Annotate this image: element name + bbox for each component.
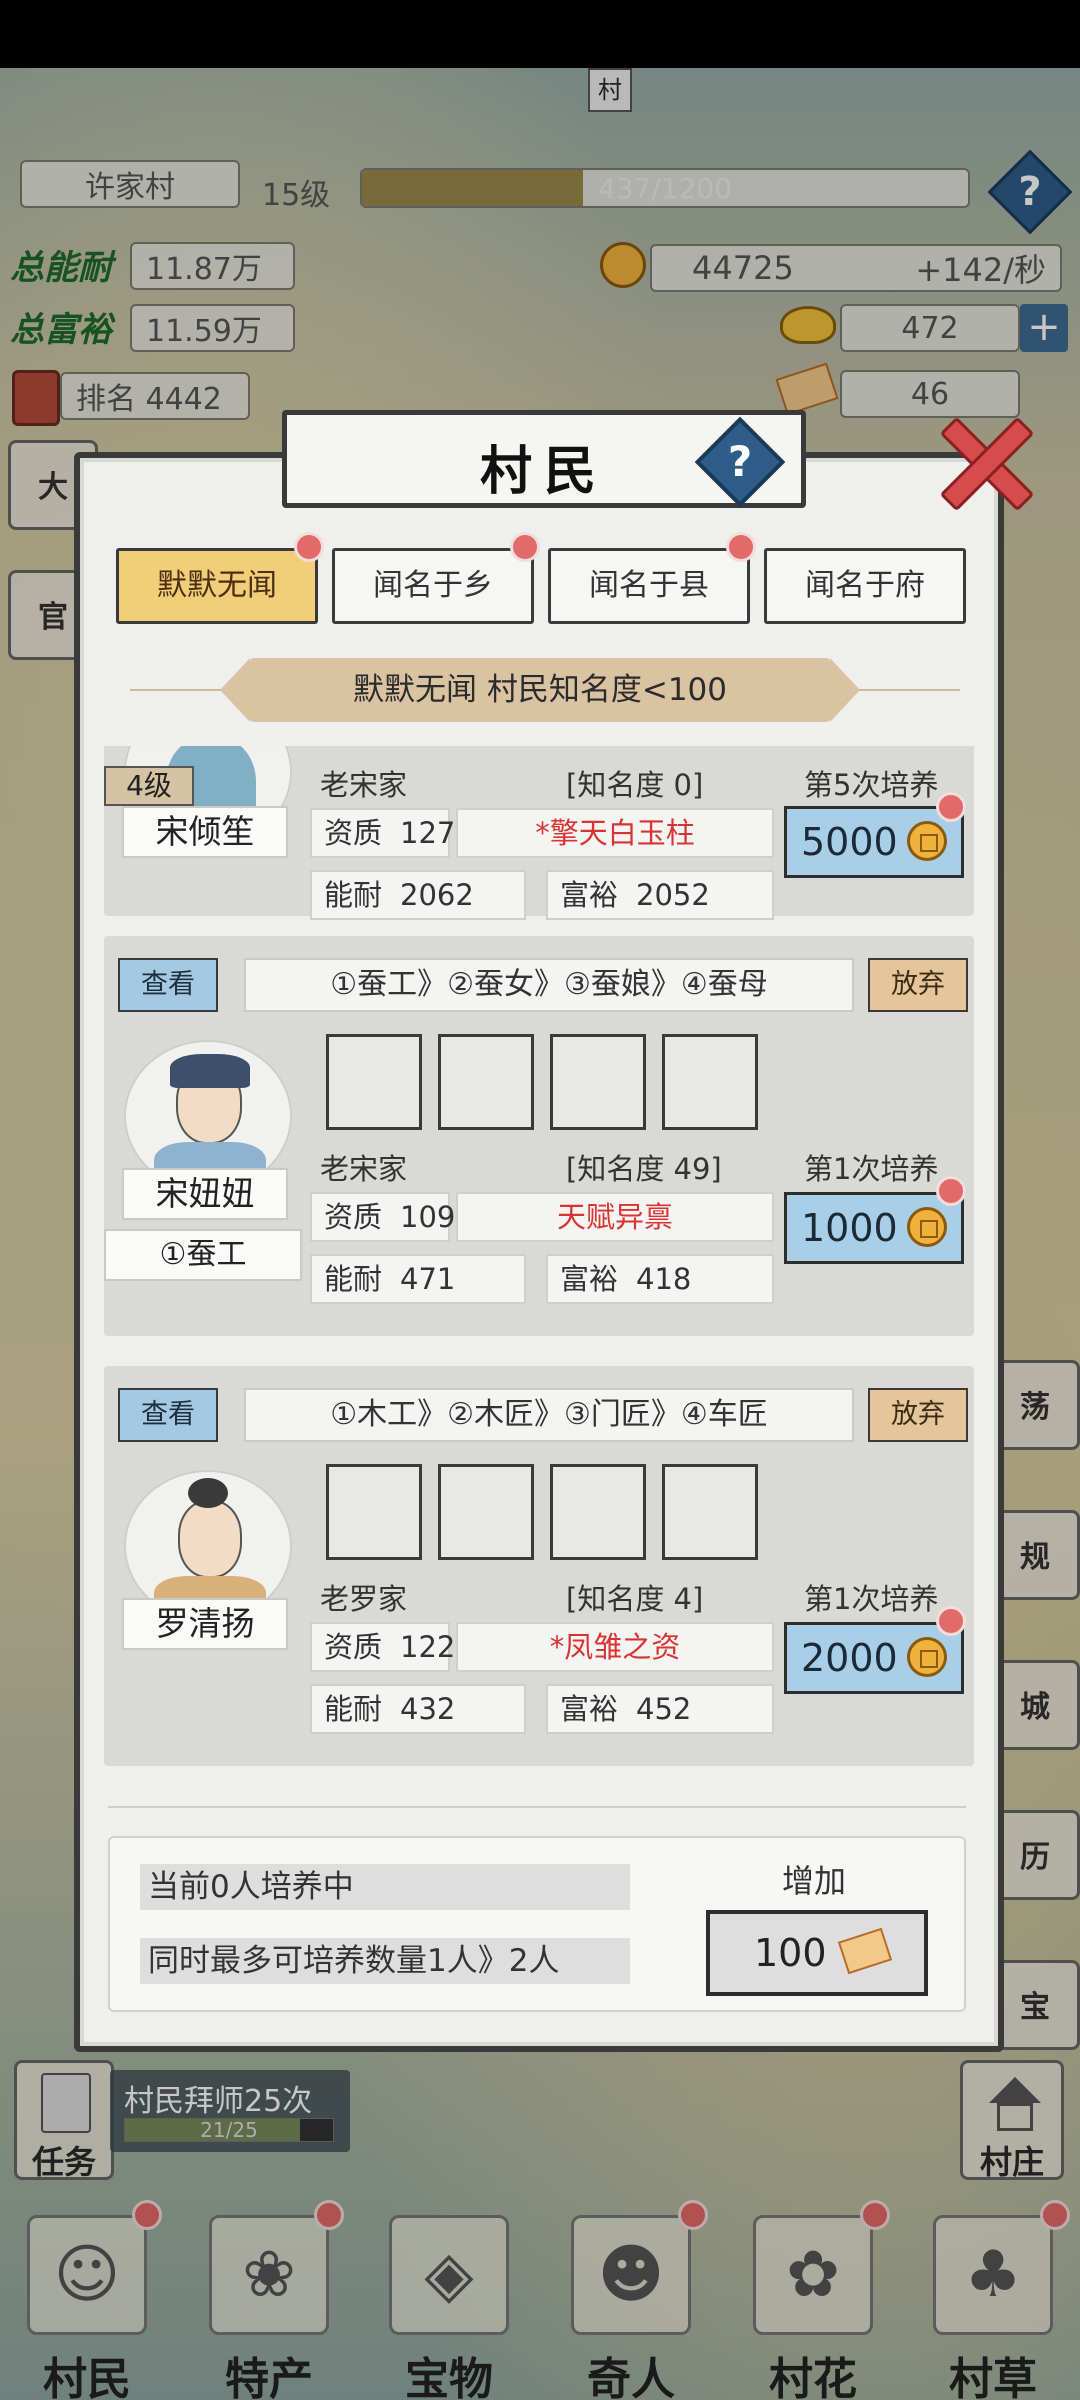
aptitude-stat: 资质 122 <box>310 1622 455 1672</box>
ability-label: 能耐 <box>324 1262 383 1296</box>
villager-train-count: 第1次培养 <box>804 1152 939 1186</box>
coin-icon <box>907 1637 947 1677</box>
equipment-slot[interactable] <box>662 1034 758 1130</box>
villager-fame: [知名度 49] <box>566 1152 722 1186</box>
tab-obscure-badge <box>294 532 324 562</box>
equipment-slot[interactable] <box>326 1034 422 1130</box>
villager-family: 老宋家 <box>320 1152 408 1186</box>
villager-list[interactable]: 4级 宋倾笙 老宋家 [知名度 0] 第5次培养 资质 127 *擎天白玉柱 能耐… <box>98 746 978 1786</box>
current-training-text: 当前0人培养中 <box>140 1864 630 1910</box>
train-cost: 5000 <box>801 820 898 864</box>
ability-label: 能耐 <box>324 1692 383 1726</box>
villager-card: 查看 ①木工》②木匠》③门匠》④车匠 放弃 罗清扬 老罗家 [知名度 4] 第1… <box>104 1366 974 1766</box>
tab-famed-township-badge <box>510 532 540 562</box>
add-capacity-button[interactable]: 100 <box>706 1910 928 1996</box>
ability-value: 432 <box>400 1692 456 1726</box>
train-cost: 1000 <box>801 1206 898 1250</box>
wealth-value: 452 <box>636 1692 692 1726</box>
view-button[interactable]: 查看 <box>118 1388 218 1442</box>
wealth-stat: 富裕 418 <box>546 1254 774 1304</box>
villager-rank: ①蚕工 <box>104 1229 302 1281</box>
train-cost: 2000 <box>801 1636 898 1680</box>
abandon-button[interactable]: 放弃 <box>868 1388 968 1442</box>
view-button[interactable]: 查看 <box>118 958 218 1012</box>
tab-famed-county-badge <box>726 532 756 562</box>
equipment-slot[interactable] <box>438 1034 534 1130</box>
villager-family: 老罗家 <box>320 1582 408 1616</box>
train-button[interactable]: 5000 <box>784 806 964 878</box>
add-capacity-label: 增加 <box>782 1862 847 1900</box>
villager-train-count: 第5次培养 <box>804 768 939 802</box>
villager-train-count: 第1次培养 <box>804 1582 939 1616</box>
ticket-icon <box>837 1927 893 1975</box>
close-icon[interactable] <box>932 408 1042 518</box>
equipment-slot[interactable] <box>438 1464 534 1560</box>
train-button[interactable]: 2000 <box>784 1622 964 1694</box>
villager-name: 宋倾笙 <box>122 806 288 858</box>
career-path: ①蚕工》②蚕女》③蚕娘》④蚕母 <box>244 958 854 1012</box>
villager-portrait-hair <box>170 1054 250 1088</box>
tab-obscure[interactable]: 默默无闻 <box>116 548 318 624</box>
wealth-label: 富裕 <box>560 1692 619 1726</box>
section-header: 默默无闻 村民知名度<100 <box>220 658 860 722</box>
coin-icon <box>907 821 947 861</box>
ability-label: 能耐 <box>324 878 383 912</box>
training-capacity-panel: 当前0人培养中 同时最多可培养数量1人》2人 增加 100 <box>108 1836 966 2012</box>
section-header-line-left <box>130 689 230 691</box>
list-divider <box>108 1806 966 1808</box>
equipment-slot[interactable] <box>326 1464 422 1560</box>
ability-stat: 能耐 471 <box>310 1254 526 1304</box>
add-capacity-cost: 100 <box>754 1931 827 1975</box>
abandon-button[interactable]: 放弃 <box>868 958 968 1012</box>
villager-fame: [知名度 4] <box>566 1582 704 1616</box>
equipment-slot[interactable] <box>550 1034 646 1130</box>
wealth-label: 富裕 <box>560 878 619 912</box>
villager-portrait-hair <box>188 1478 228 1508</box>
tab-famed-county[interactable]: 闻名于县 <box>548 548 750 624</box>
villager-name: 宋妞妞 <box>122 1168 288 1220</box>
aptitude-label: 资质 <box>324 1630 383 1664</box>
career-path: ①木工》②木匠》③门匠》④车匠 <box>244 1388 854 1442</box>
talent-trait: *凤雏之资 <box>456 1622 774 1672</box>
equipment-slot[interactable] <box>662 1464 758 1560</box>
ability-value: 2062 <box>400 878 474 912</box>
dialog-help-label: ? <box>727 437 753 486</box>
aptitude-label: 资质 <box>324 816 383 850</box>
talent-trait: 天赋异禀 <box>456 1192 774 1242</box>
section-header-line-right <box>850 689 960 691</box>
aptitude-stat: 资质 109 <box>310 1192 455 1242</box>
wealth-stat: 富裕 452 <box>546 1684 774 1734</box>
aptitude-value: 122 <box>400 1630 456 1664</box>
ability-stat: 能耐 432 <box>310 1684 526 1734</box>
status-bar <box>0 0 1080 68</box>
train-button-badge <box>936 1176 966 1206</box>
tab-famed-prefecture[interactable]: 闻名于府 <box>764 548 966 624</box>
aptitude-label: 资质 <box>324 1200 383 1234</box>
wealth-label: 富裕 <box>560 1262 619 1296</box>
wealth-stat: 富裕 2052 <box>546 870 774 920</box>
level-badge: 4级 <box>104 766 194 806</box>
wealth-value: 418 <box>636 1262 692 1296</box>
coin-icon <box>907 1207 947 1247</box>
villager-card: 查看 ①蚕工》②蚕女》③蚕娘》④蚕母 放弃 宋妞妞 ①蚕工 老宋家 [知名度 4… <box>104 936 974 1336</box>
villager-family: 老宋家 <box>320 768 408 802</box>
villager-name: 罗清扬 <box>122 1598 288 1650</box>
talent-trait: *擎天白玉柱 <box>456 808 774 858</box>
max-training-text: 同时最多可培养数量1人》2人 <box>140 1938 630 1984</box>
aptitude-stat: 资质 127 <box>310 808 455 858</box>
train-button-badge <box>936 792 966 822</box>
villager-card: 4级 宋倾笙 老宋家 [知名度 0] 第5次培养 资质 127 *擎天白玉柱 能耐… <box>104 746 974 920</box>
train-button-badge <box>936 1606 966 1636</box>
villager-fame: [知名度 0] <box>566 768 704 802</box>
aptitude-value: 109 <box>400 1200 456 1234</box>
train-button[interactable]: 1000 <box>784 1192 964 1264</box>
villager-portrait-head <box>178 1500 242 1578</box>
equipment-slot[interactable] <box>550 1464 646 1560</box>
wealth-value: 2052 <box>636 878 710 912</box>
ability-stat: 能耐 2062 <box>310 870 526 920</box>
tab-famed-township[interactable]: 闻名于乡 <box>332 548 534 624</box>
ability-value: 471 <box>400 1262 456 1296</box>
aptitude-value: 127 <box>400 816 456 850</box>
